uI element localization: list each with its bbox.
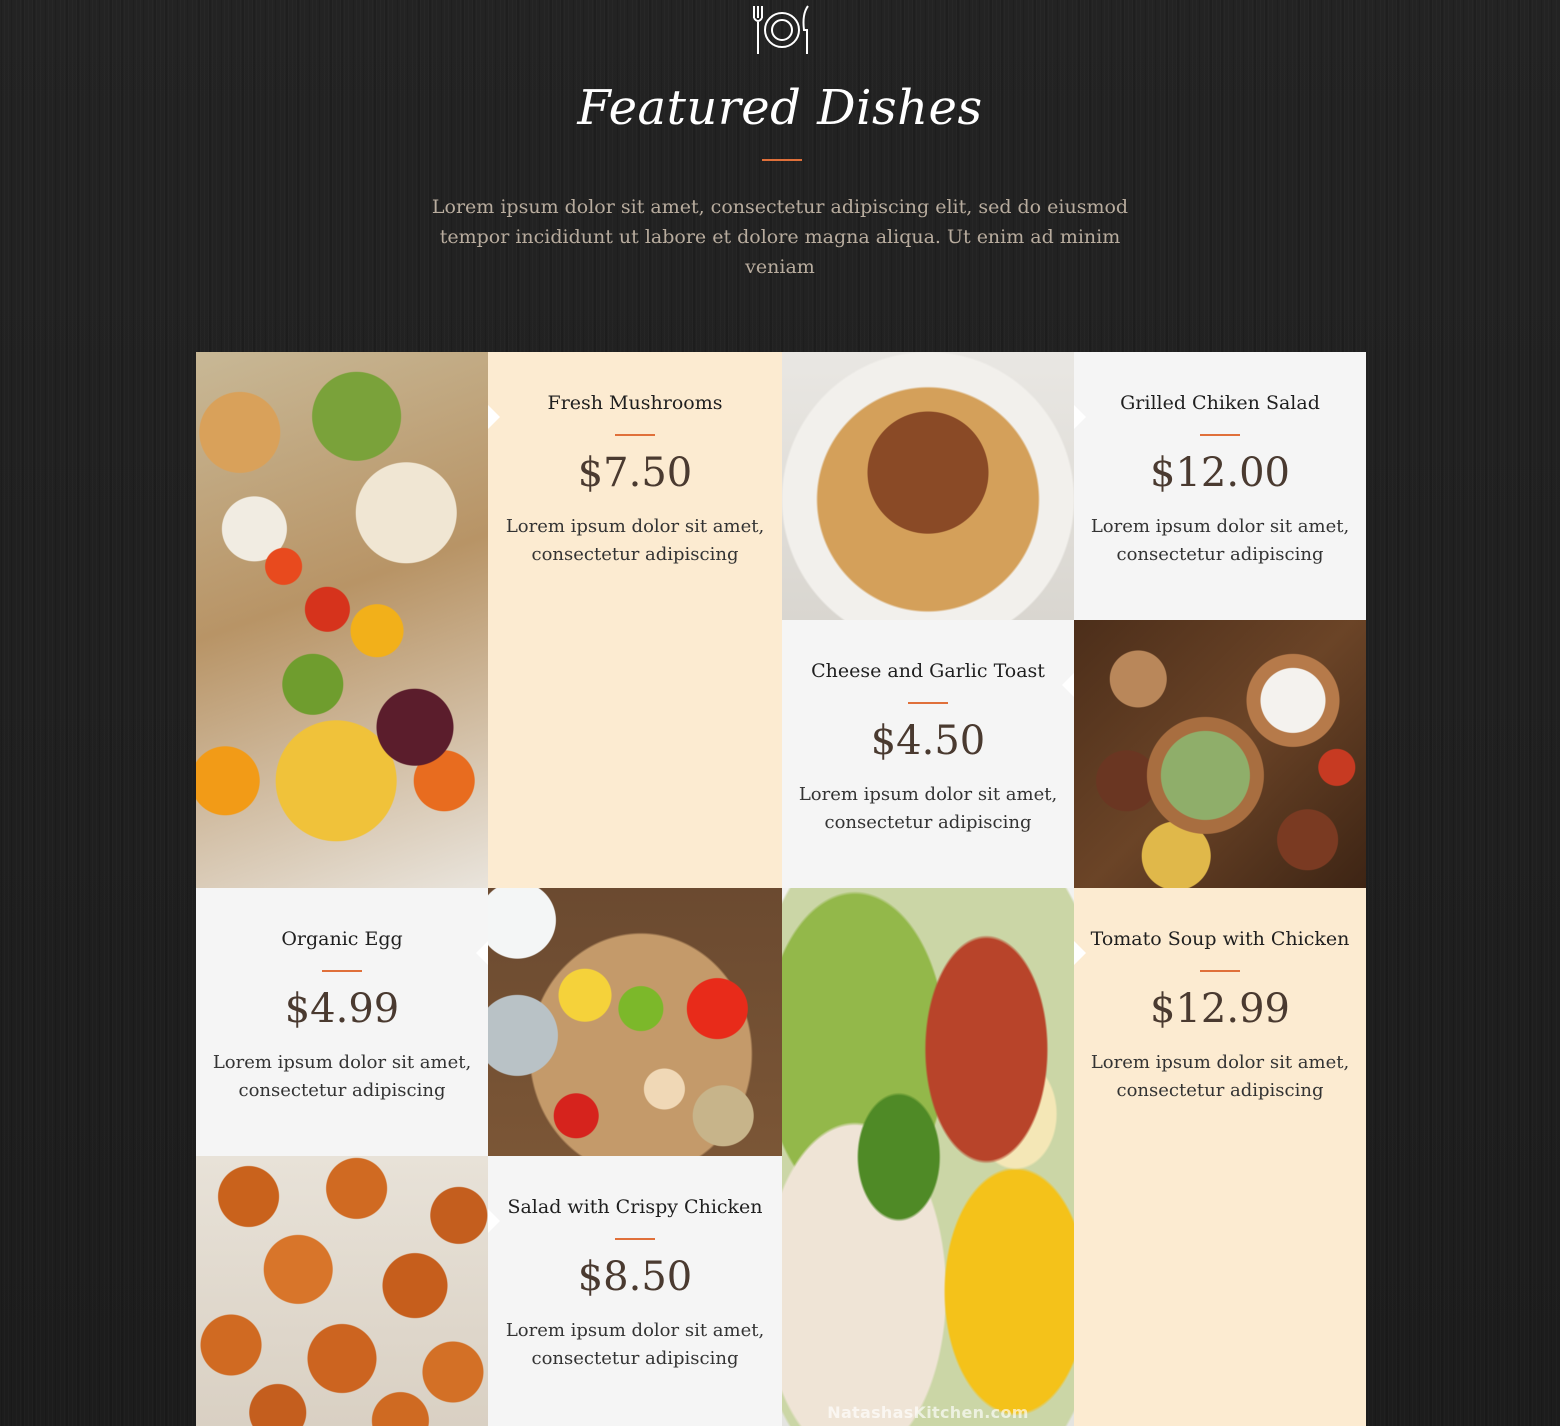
feast-photo bbox=[1074, 620, 1366, 888]
card-pointer bbox=[488, 404, 500, 430]
card-pointer bbox=[1062, 672, 1074, 698]
dish-description: Lorem ipsum dolor sit amet, consectetur … bbox=[1090, 516, 1350, 565]
card-pointer bbox=[476, 940, 488, 966]
dish-name: Cheese and Garlic Toast bbox=[811, 660, 1045, 682]
dish-name: Grilled Chiken Salad bbox=[1120, 392, 1320, 414]
card-pointer bbox=[1074, 404, 1086, 430]
groceries-photo bbox=[196, 352, 488, 888]
page-title: Featured Dishes bbox=[577, 80, 983, 136]
sweet-potato-photo bbox=[196, 1156, 488, 1426]
photo-watermark: NatashasKitchen.com bbox=[827, 1403, 1029, 1422]
dish-divider bbox=[615, 434, 655, 436]
dish-price: $4.99 bbox=[284, 986, 400, 1032]
pasta-photo bbox=[782, 352, 1074, 620]
dish-price: $4.50 bbox=[870, 718, 986, 764]
dish-divider bbox=[615, 1238, 655, 1240]
card-pointer bbox=[488, 1208, 500, 1234]
dish-price: $12.00 bbox=[1150, 450, 1290, 496]
dish-name: Salad with Crispy Chicken bbox=[507, 1196, 763, 1218]
dish-name: Tomato Soup with Chicken bbox=[1090, 928, 1350, 950]
dish-price: $7.50 bbox=[577, 450, 693, 496]
card-pointer bbox=[1074, 940, 1086, 966]
dish-card-cheese-and-garlic-toast[interactable]: Cheese and Garlic Toast $4.50 Lorem ipsu… bbox=[782, 620, 1074, 888]
dish-name: Organic Egg bbox=[281, 928, 403, 950]
section-intro: Lorem ipsum dolor sit amet, consectetur … bbox=[431, 196, 1129, 278]
dish-card-organic-egg[interactable]: Organic Egg $4.99 Lorem ipsum dolor sit … bbox=[196, 888, 488, 1156]
dish-price: $12.99 bbox=[1150, 986, 1290, 1032]
dish-card-fresh-mushrooms[interactable]: Fresh Mushrooms $7.50 Lorem ipsum dolor … bbox=[488, 352, 782, 888]
dish-divider bbox=[1200, 970, 1240, 972]
dish-name: Fresh Mushrooms bbox=[547, 392, 723, 414]
dish-price: $8.50 bbox=[577, 1254, 693, 1300]
dish-card-salad-with-crispy-chicken[interactable]: Salad with Crispy Chicken $8.50 Lorem ip… bbox=[488, 1156, 782, 1426]
title-divider bbox=[762, 159, 802, 161]
dish-description: Lorem ipsum dolor sit amet, consectetur … bbox=[212, 1052, 472, 1101]
dish-description: Lorem ipsum dolor sit amet, consectetur … bbox=[1090, 1052, 1350, 1101]
dish-description: Lorem ipsum dolor sit amet, consectetur … bbox=[505, 516, 765, 565]
dish-card-grilled-chiken-salad[interactable]: Grilled Chiken Salad $12.00 Lorem ipsum … bbox=[1074, 352, 1366, 620]
dish-divider bbox=[1200, 434, 1240, 436]
dish-divider bbox=[322, 970, 362, 972]
dish-description: Lorem ipsum dolor sit amet, consectetur … bbox=[505, 1320, 765, 1369]
plate-fork-knife-icon bbox=[753, 5, 809, 54]
dishes-grid: Fresh Mushrooms $7.50 Lorem ipsum dolor … bbox=[196, 352, 1366, 1426]
dish-description: Lorem ipsum dolor sit amet, consectetur … bbox=[798, 784, 1058, 833]
dish-card-tomato-soup-with-chicken[interactable]: Tomato Soup with Chicken $12.99 Lorem ip… bbox=[1074, 888, 1366, 1426]
section-header: Featured Dishes Lorem ipsum dolor sit am… bbox=[0, 0, 1560, 320]
healthy-food-photo bbox=[488, 888, 782, 1156]
cobb-salad-photo: NatashasKitchen.com bbox=[782, 888, 1074, 1426]
dish-divider bbox=[908, 702, 948, 704]
